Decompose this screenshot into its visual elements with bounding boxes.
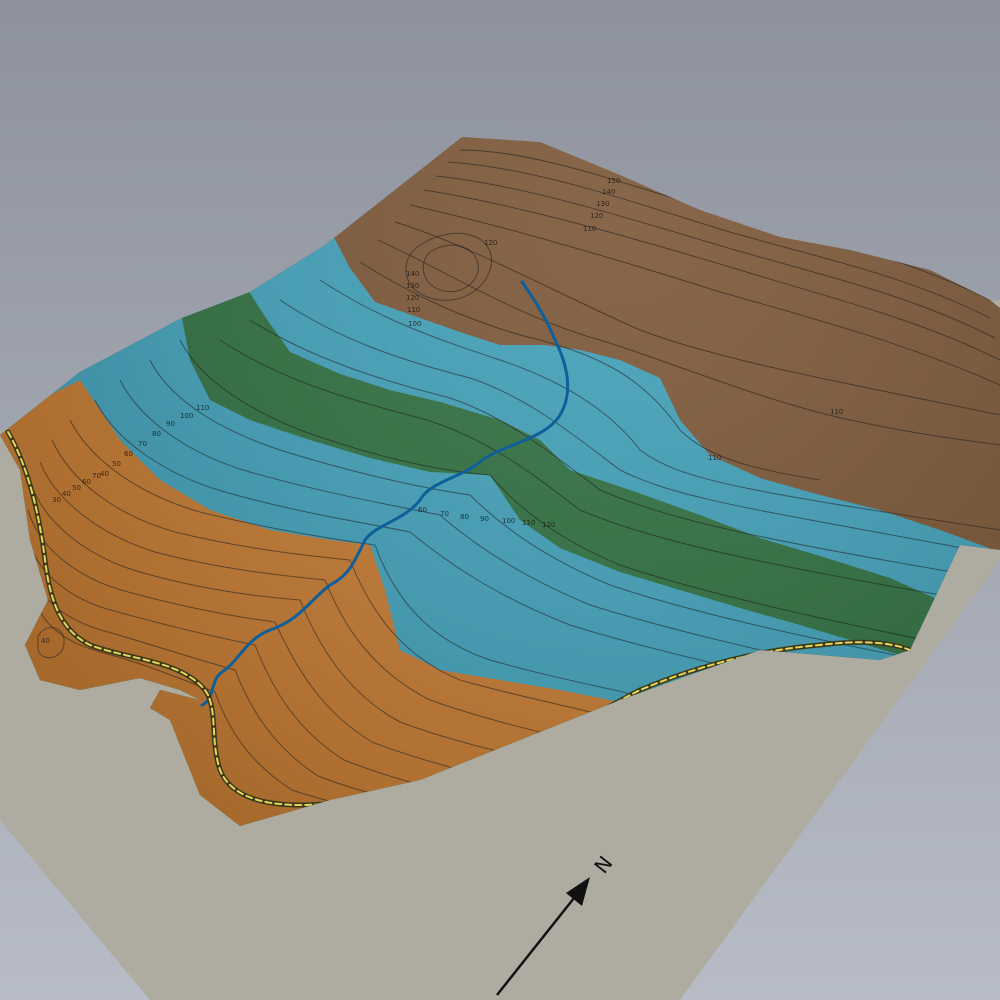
contour-label: 110 bbox=[196, 404, 209, 412]
contour-label: 150 bbox=[607, 177, 620, 185]
contour-label: 70 bbox=[92, 472, 101, 480]
contour-label: 40 bbox=[100, 470, 109, 478]
terrain-map-scene: 160 150 140 130 120 110 120 140 130 120 … bbox=[0, 0, 1000, 1000]
contour-label: 130 bbox=[406, 282, 419, 290]
contour-label: 110 bbox=[708, 454, 721, 462]
contour-label: 100 bbox=[180, 412, 193, 420]
contour-label: 120 bbox=[406, 294, 419, 302]
contour-label: 120 bbox=[590, 212, 603, 220]
contour-label: 40 bbox=[62, 490, 71, 498]
contour-label: 120 bbox=[542, 521, 555, 529]
contour-label: 130 bbox=[596, 200, 609, 208]
contour-label: 120 bbox=[484, 239, 497, 247]
contour-label: 70 bbox=[440, 510, 449, 518]
contour-label: 100 bbox=[502, 517, 515, 525]
contour-label: 50 bbox=[72, 484, 81, 492]
contour-label: 140 bbox=[406, 270, 419, 278]
contour-label: 70 bbox=[138, 440, 147, 448]
contour-label: 60 bbox=[124, 450, 133, 458]
contour-label: 60 bbox=[82, 478, 91, 486]
contour-label: 30 bbox=[52, 496, 61, 504]
contour-label: 50 bbox=[112, 460, 121, 468]
contour-label: 60 bbox=[418, 506, 427, 514]
contour-label: 110 bbox=[522, 519, 535, 527]
contour-label: 90 bbox=[166, 420, 175, 428]
contour-label: 110 bbox=[830, 408, 843, 416]
contour-label: 110 bbox=[407, 306, 420, 314]
contour-label: 90 bbox=[480, 515, 489, 523]
contour-label: 80 bbox=[152, 430, 161, 438]
contour-label: 110 bbox=[583, 225, 596, 233]
contour-label: 100 bbox=[408, 320, 421, 328]
contour-label: 40 bbox=[41, 637, 50, 645]
contour-label: 140 bbox=[602, 188, 615, 196]
contour-label: 80 bbox=[460, 513, 469, 521]
